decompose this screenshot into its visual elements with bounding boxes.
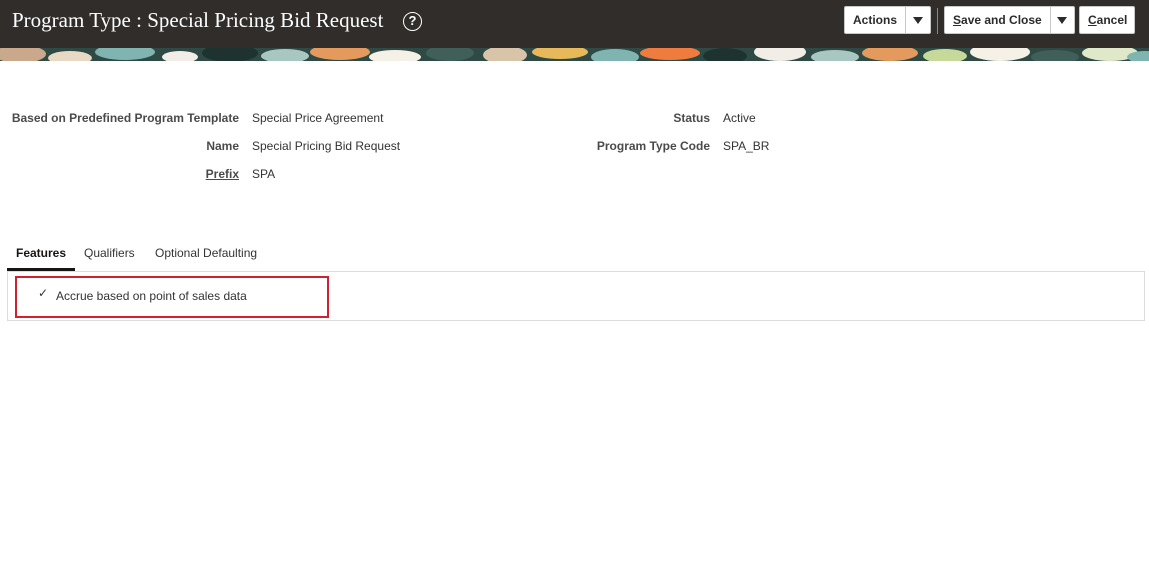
actions-dropdown-chevron-icon[interactable] bbox=[905, 7, 930, 33]
name-value: Special Pricing Bid Request bbox=[252, 139, 401, 153]
save-and-close-button[interactable]: Save and Close bbox=[944, 6, 1075, 34]
tab-optional-defaulting[interactable]: Optional Defaulting bbox=[155, 246, 257, 260]
actions-label: Actions bbox=[853, 13, 898, 27]
actions-button[interactable]: Actions bbox=[844, 6, 931, 34]
cancel-button[interactable]: Cancel bbox=[1079, 6, 1135, 34]
tab-qualifiers[interactable]: Qualifiers bbox=[84, 246, 135, 260]
save-dropdown-chevron-icon[interactable] bbox=[1049, 7, 1074, 33]
tab-features[interactable]: Features bbox=[16, 246, 66, 260]
page-header: Program Type : Special Pricing Bid Reque… bbox=[0, 0, 1149, 48]
template-label: Based on Predefined Program Template bbox=[11, 111, 239, 125]
name-label: Name bbox=[206, 139, 239, 153]
help-question-icon[interactable]: ? bbox=[403, 12, 422, 31]
template-value: Special Price Agreement bbox=[252, 111, 384, 125]
status-label: Status bbox=[673, 111, 710, 125]
status-value: Active bbox=[723, 111, 756, 125]
program-type-code-label: Program Type Code bbox=[596, 139, 710, 153]
program-type-code-value: SPA_BR bbox=[723, 139, 770, 153]
decorative-banner bbox=[0, 48, 1149, 61]
feature-item-label: Accrue based on point of sales data bbox=[56, 289, 247, 303]
page-title: Program Type : Special Pricing Bid Reque… bbox=[12, 8, 384, 32]
prefix-label: Prefix bbox=[205, 167, 239, 181]
cancel-label: Cancel bbox=[1088, 13, 1128, 27]
checkmark-icon: ✓ bbox=[38, 286, 49, 300]
save-and-close-label: Save and Close bbox=[953, 13, 1042, 27]
prefix-value: SPA bbox=[252, 167, 276, 181]
toolbar-divider bbox=[937, 8, 938, 34]
